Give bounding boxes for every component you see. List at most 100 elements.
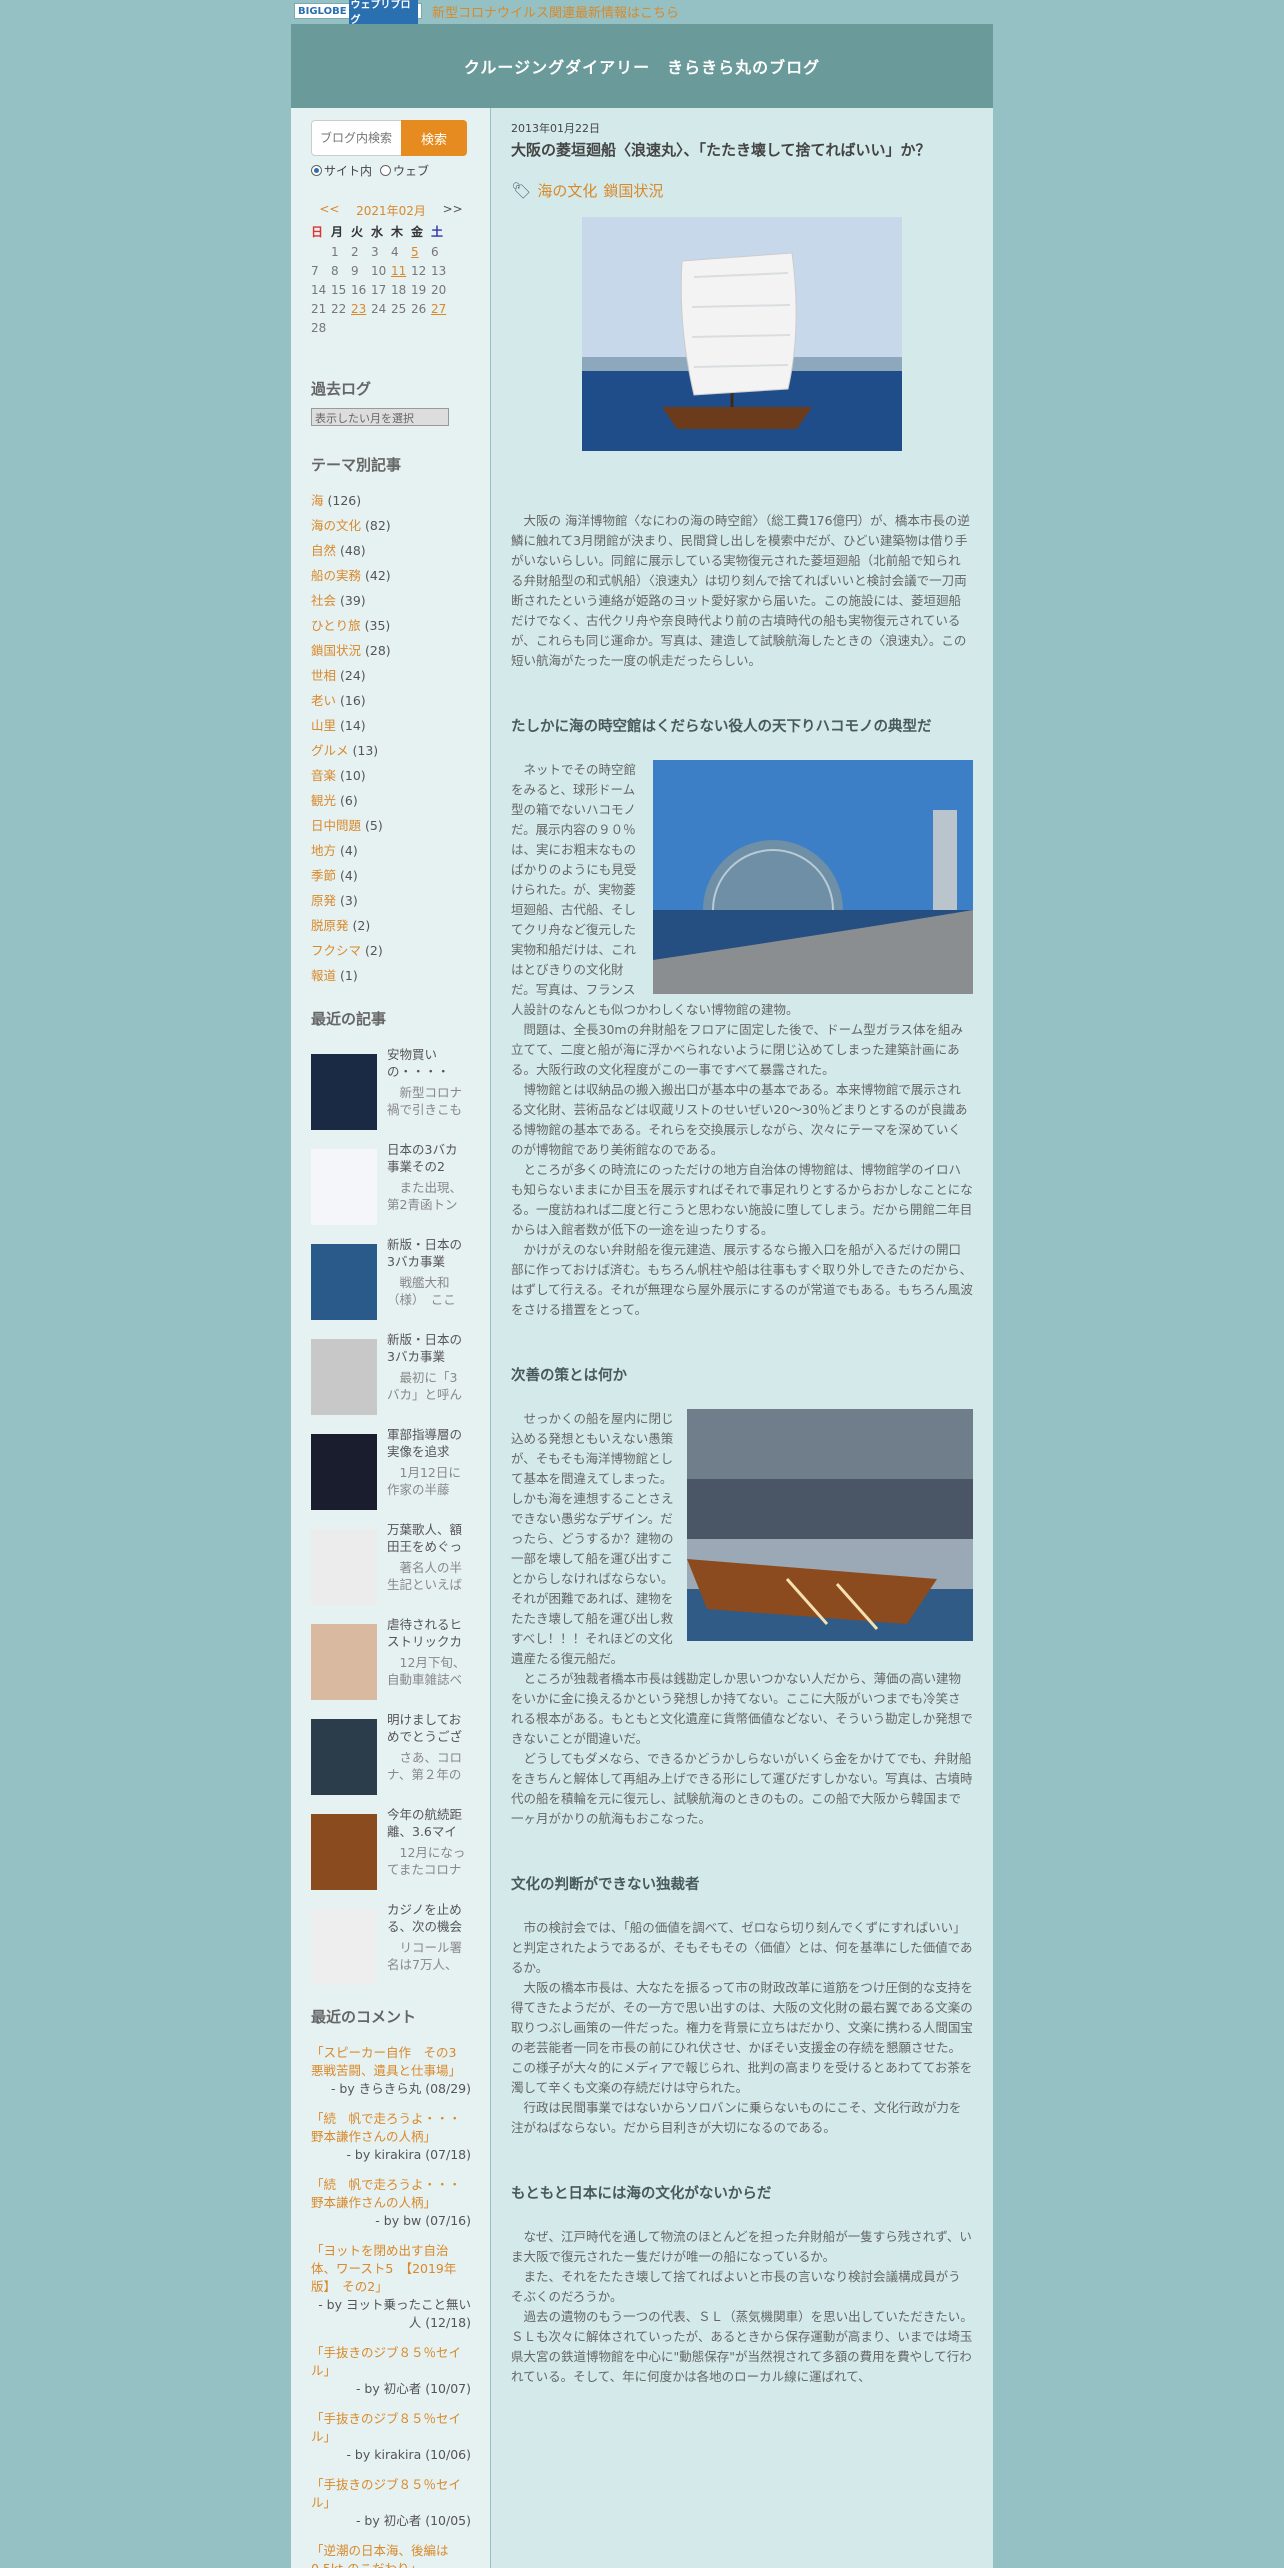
theme-link[interactable]: 自然 (311, 543, 336, 558)
post-title[interactable]: 大阪の菱垣廻船〈浪速丸〉、「たたき壊して捨てればいい」か？ (511, 140, 973, 160)
comment-link[interactable]: 「続 帆で走ろうよ・・・野本謙作さんの人柄」 (311, 2111, 461, 2144)
thumbnail[interactable] (311, 1149, 377, 1225)
theme-link[interactable]: 脱原発 (311, 918, 349, 933)
comment-link[interactable]: 「スピーカー自作 その3 悪戦苦闘、遺具と仕事場」 (311, 2045, 469, 2078)
recent-item[interactable]: 新版・日本の3バカ事業 戦艦大和（様） ここ (311, 1236, 481, 1326)
thumbnail[interactable] (311, 1434, 377, 1510)
theme-link[interactable]: ひとり旅 (311, 618, 361, 633)
calendar-day[interactable]: 27 (431, 302, 451, 316)
theme-link[interactable]: グルメ (311, 743, 349, 758)
calendar-day: 12 (411, 264, 427, 278)
tag-link[interactable]: 海の文化 (537, 180, 597, 201)
calendar-day: 10 (371, 264, 387, 278)
recent-item-title[interactable]: 万葉歌人、額田王をめぐっ (387, 1521, 467, 1555)
theme-item: 日中問題 (5) (311, 813, 391, 838)
comment-link[interactable]: 「手抜きのジブ８５％セイル」 (311, 2477, 461, 2510)
calendar-day[interactable]: 11 (391, 264, 411, 278)
theme-link[interactable]: 海の文化 (311, 518, 361, 533)
comment-link[interactable]: 「逆潮の日本海、後編は0.5kt のこだわり」 (311, 2543, 449, 2568)
theme-link[interactable]: 老い (311, 693, 336, 708)
recent-item-title[interactable]: 明けましておめでとうござ (387, 1711, 467, 1745)
comment-item: 「手抜きのジブ８５％セイル」 - by kirakira (10/06) (311, 2410, 471, 2464)
theme-link[interactable]: フクシマ (311, 943, 361, 958)
theme-item: 老い (16) (311, 688, 391, 713)
section-body: なぜ、江戸時代を通して物流のほとんどを担った弁財船が一隻すら残されず、いま大阪で… (511, 2227, 973, 2387)
search-input[interactable] (311, 120, 403, 156)
recent-item-excerpt: 1月12日に作家の半藤 (387, 1465, 461, 1497)
recent-item-title[interactable]: 新版・日本の3バカ事業 (387, 1331, 467, 1365)
recent-item[interactable]: 軍部指導層の実像を追求 1月12日に作家の半藤 (311, 1426, 481, 1516)
comment-item: 「逆潮の日本海、後編は0.5kt のこだわり」 (311, 2542, 471, 2568)
calendar-day: 15 (331, 283, 347, 297)
recent-item-title[interactable]: 日本の3バカ事業その2 (387, 1141, 467, 1175)
theme-item: 海 (126) (311, 488, 391, 513)
theme-link[interactable]: 音楽 (311, 768, 336, 783)
calendar-next[interactable]: >> (443, 202, 463, 219)
theme-link[interactable]: 観光 (311, 793, 336, 808)
recent-item-title[interactable]: 軍部指導層の実像を追求 (387, 1426, 467, 1460)
recent-item-title[interactable]: 虐待されるヒストリックカ (387, 1616, 467, 1650)
recent-item[interactable]: 明けましておめでとうござ さあ、コロナ、第２年の (311, 1711, 481, 1801)
comment-link[interactable]: 「手抜きのジブ８５％セイル」 (311, 2345, 461, 2378)
theme-link[interactable]: 社会 (311, 593, 336, 608)
theme-link[interactable]: 世相 (311, 668, 336, 683)
recent-item-title[interactable]: 今年の航続距離、3.6マイ (387, 1806, 467, 1840)
theme-link[interactable]: 鎖国状況 (311, 643, 361, 658)
theme-link[interactable]: 海 (311, 493, 324, 508)
theme-link[interactable]: 山里 (311, 718, 336, 733)
theme-link[interactable]: 日中問題 (311, 818, 361, 833)
recent-item[interactable]: 今年の航続距離、3.6マイ 12月になってまたコロナ (311, 1806, 481, 1896)
theme-link[interactable]: 原発 (311, 893, 336, 908)
calendar-day[interactable]: 23 (351, 302, 371, 316)
blog-header[interactable]: クルージングダイアリー きらきら丸のブログ (291, 24, 993, 108)
paragraph: なぜ、江戸時代を通して物流のほとんどを担った弁財船が一隻すら残されず、いま大阪で… (511, 2229, 972, 2264)
theme-item: 山里 (14) (311, 713, 391, 738)
thumbnail[interactable] (311, 1719, 377, 1795)
comment-item: 「続 帆で走ろうよ・・・野本謙作さんの人柄」 - by bw (07/16) (311, 2176, 471, 2230)
search-box: 検索 (311, 120, 467, 156)
thumbnail[interactable] (311, 1054, 377, 1130)
recent-item[interactable]: 日本の3バカ事業その2 また出現、第2青函トンネ (311, 1141, 481, 1231)
recent-item-title[interactable]: 新版・日本の3バカ事業 (387, 1236, 467, 1270)
recent-item-excerpt: さあ、コロナ、第２年の (387, 1750, 463, 1782)
recent-item[interactable]: 虐待されるヒストリックカ 12月下旬、自動車雑誌ベ (311, 1616, 481, 1706)
tag-link[interactable]: 鎖国状況 (603, 180, 663, 201)
radio-site[interactable]: サイト内 (311, 162, 372, 179)
thumbnail[interactable] (311, 1624, 377, 1700)
paragraph: また、それをたたき壊して捨てればよいと市長の言いなり検討会議構成員がうそぶくのだ… (511, 2269, 961, 2304)
comment-link[interactable]: 「ヨットを閉め出す自治体、ワースト5 【2019年版】 その2」 (311, 2243, 456, 2294)
calendar-day: 24 (371, 302, 387, 316)
recent-item[interactable]: 万葉歌人、額田王をめぐっ 著名人の半生記といえば (311, 1521, 481, 1611)
calendar-prev[interactable]: << (319, 202, 339, 219)
theme-link[interactable]: 地方 (311, 843, 336, 858)
recent-item[interactable]: カジノを止める、次の機会リコール署名は7万人、住 (311, 1901, 481, 1991)
comment-link[interactable]: 「続 帆で走ろうよ・・・野本謙作さんの人柄」 (311, 2177, 461, 2210)
calendar-day[interactable]: 5 (411, 245, 431, 259)
recent-item-title[interactable]: カジノを止める、次の機会 (387, 1901, 467, 1935)
search-button[interactable]: 検索 (401, 120, 467, 156)
calendar-day: 19 (411, 283, 427, 297)
recent-item[interactable]: 安物買いの・・・・ 新型コロナ禍で引きこも (311, 1046, 481, 1136)
biglobe-logo[interactable]: BIGLOBE ウェブリブログ (294, 0, 422, 26)
top-bar: BIGLOBE ウェブリブログ 新型コロナウイルス関連最新情報はこちら (294, 0, 679, 26)
thumbnail[interactable] (311, 1244, 377, 1320)
recent-item[interactable]: 新版・日本の3バカ事業 最初に「3バカ」と呼ん (311, 1331, 481, 1421)
theme-link[interactable]: 季節 (311, 868, 336, 883)
recent-item-title[interactable]: 安物買いの・・・・ (387, 1046, 467, 1080)
comment-link[interactable]: 「手抜きのジブ８５％セイル」 (311, 2411, 461, 2444)
weekday-label: 金 (411, 225, 424, 239)
blog-title[interactable]: クルージングダイアリー きらきら丸のブログ (464, 54, 820, 78)
thumbnail[interactable] (311, 1529, 377, 1605)
thumbnail[interactable] (311, 1909, 377, 1985)
archive-select[interactable]: 表示したい月を選択 (311, 408, 449, 426)
thumbnail[interactable] (311, 1814, 377, 1890)
thumbnail[interactable] (311, 1339, 377, 1415)
theme-link[interactable]: 船の実務 (311, 568, 361, 583)
covid-notice-link[interactable]: 新型コロナウイルス関連最新情報はこちら (432, 2, 679, 21)
theme-item: 世相 (24) (311, 663, 391, 688)
calendar-month[interactable]: 2021年02月 (356, 202, 426, 219)
theme-link[interactable]: 報道 (311, 968, 336, 983)
radio-web[interactable]: ウェブ (380, 162, 429, 179)
recent-item-excerpt: また出現、第2青函トンネ (387, 1180, 463, 1212)
theme-item: 原発 (3) (311, 888, 391, 913)
